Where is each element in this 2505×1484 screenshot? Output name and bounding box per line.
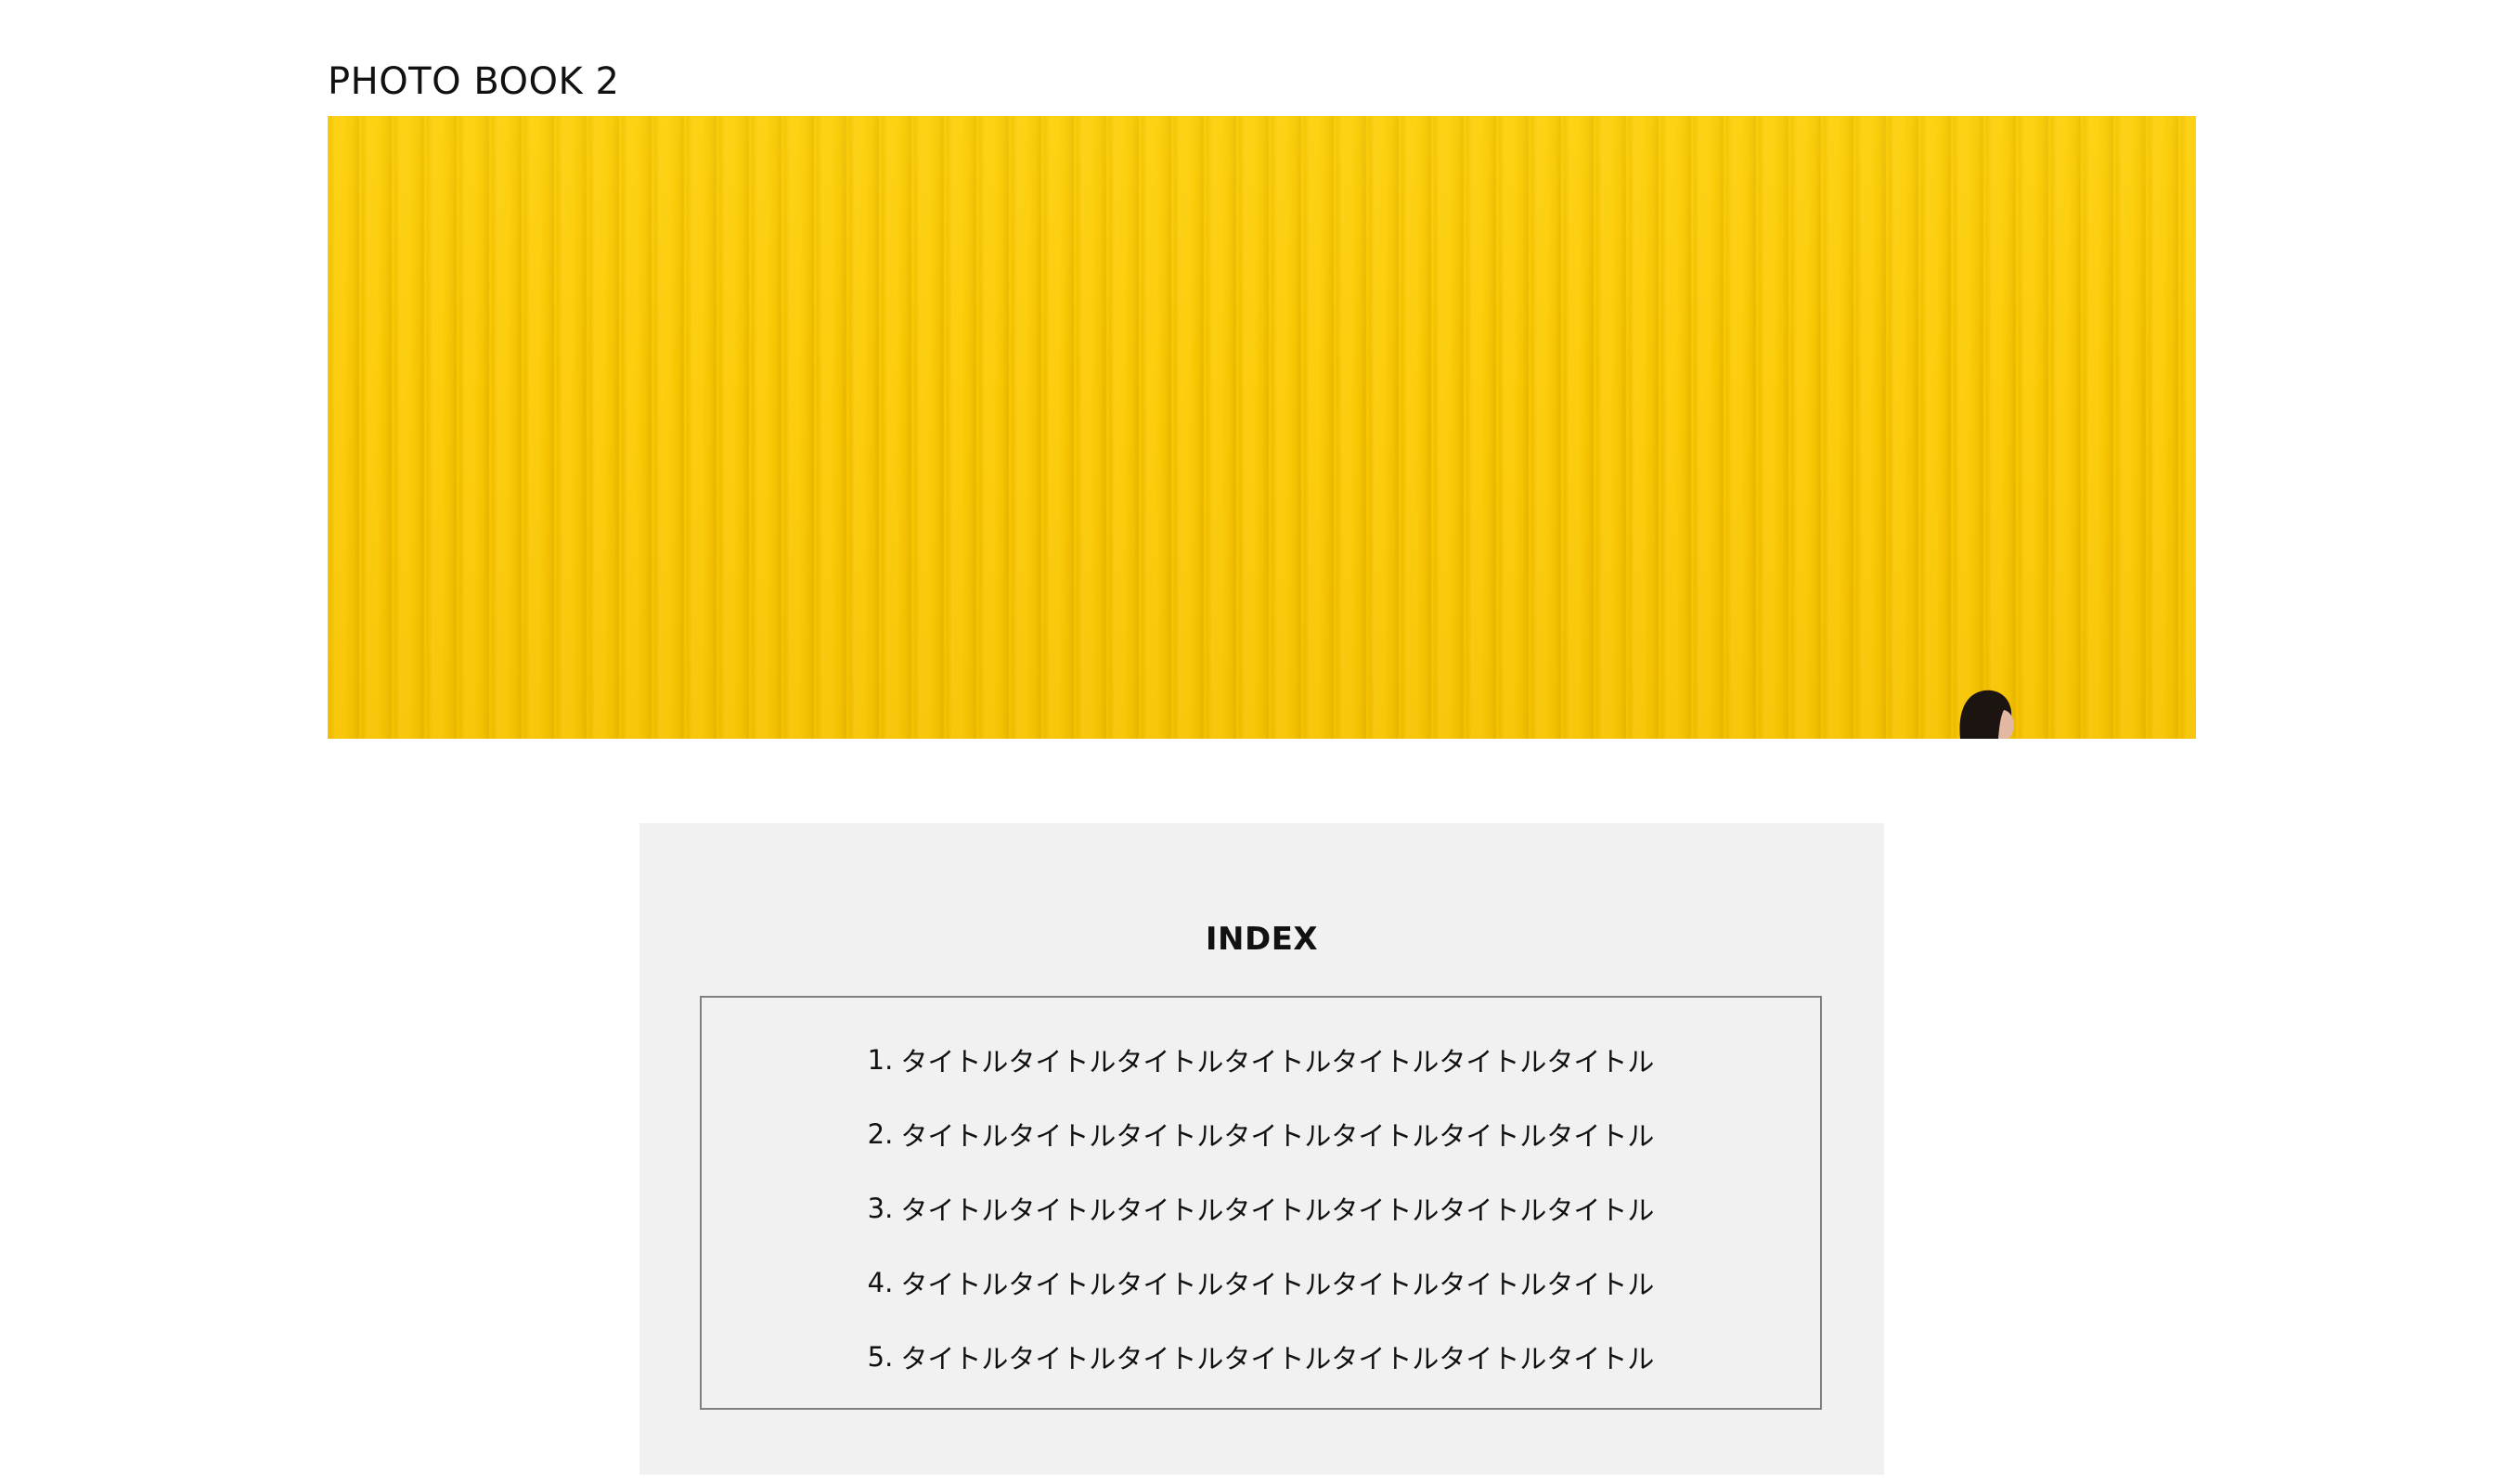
index-item-number: 5. bbox=[867, 1341, 894, 1373]
index-item[interactable]: 2. タイトルタイトルタイトルタイトルタイトルタイトルタイトル bbox=[702, 1097, 1820, 1171]
index-item[interactable]: 1. タイトルタイトルタイトルタイトルタイトルタイトルタイトル bbox=[702, 1023, 1820, 1097]
index-item-label[interactable]: タイトルタイトルタイトルタイトルタイトルタイトルタイトル bbox=[900, 1263, 1654, 1302]
index-item[interactable]: 3. タイトルタイトルタイトルタイトルタイトルタイトルタイトル bbox=[702, 1171, 1820, 1245]
index-item-label[interactable]: タイトルタイトルタイトルタイトルタイトルタイトルタイトル bbox=[900, 1115, 1654, 1154]
index-item-number: 1. bbox=[867, 1044, 894, 1076]
hero-photo-detail bbox=[1959, 690, 2014, 739]
index-item-number: 3. bbox=[867, 1193, 894, 1224]
index-item-label[interactable]: タイトルタイトルタイトルタイトルタイトルタイトルタイトル bbox=[900, 1040, 1654, 1079]
hero-photo bbox=[328, 116, 2196, 739]
person-silhouette bbox=[1959, 690, 2014, 739]
index-item[interactable]: 4. タイトルタイトルタイトルタイトルタイトルタイトルタイトル bbox=[702, 1245, 1820, 1320]
index-item-number: 2. bbox=[867, 1118, 894, 1150]
index-item-label[interactable]: タイトルタイトルタイトルタイトルタイトルタイトルタイトル bbox=[900, 1189, 1654, 1228]
index-item-number: 4. bbox=[867, 1267, 894, 1298]
page-title: PHOTO BOOK 2 bbox=[328, 60, 620, 103]
index-heading: INDEX bbox=[1205, 921, 1319, 958]
index-item-label[interactable]: タイトルタイトルタイトルタイトルタイトルタイトルタイトル bbox=[900, 1337, 1654, 1376]
index-list: 1. タイトルタイトルタイトルタイトルタイトルタイトルタイトル 2. タイトルタ… bbox=[702, 1023, 1820, 1394]
index-item[interactable]: 5. タイトルタイトルタイトルタイトルタイトルタイトルタイトル bbox=[702, 1320, 1820, 1394]
index-box: 1. タイトルタイトルタイトルタイトルタイトルタイトルタイトル 2. タイトルタ… bbox=[700, 996, 1822, 1410]
index-panel: INDEX 1. タイトルタイトルタイトルタイトルタイトルタイトルタイトル 2.… bbox=[639, 823, 1884, 1475]
